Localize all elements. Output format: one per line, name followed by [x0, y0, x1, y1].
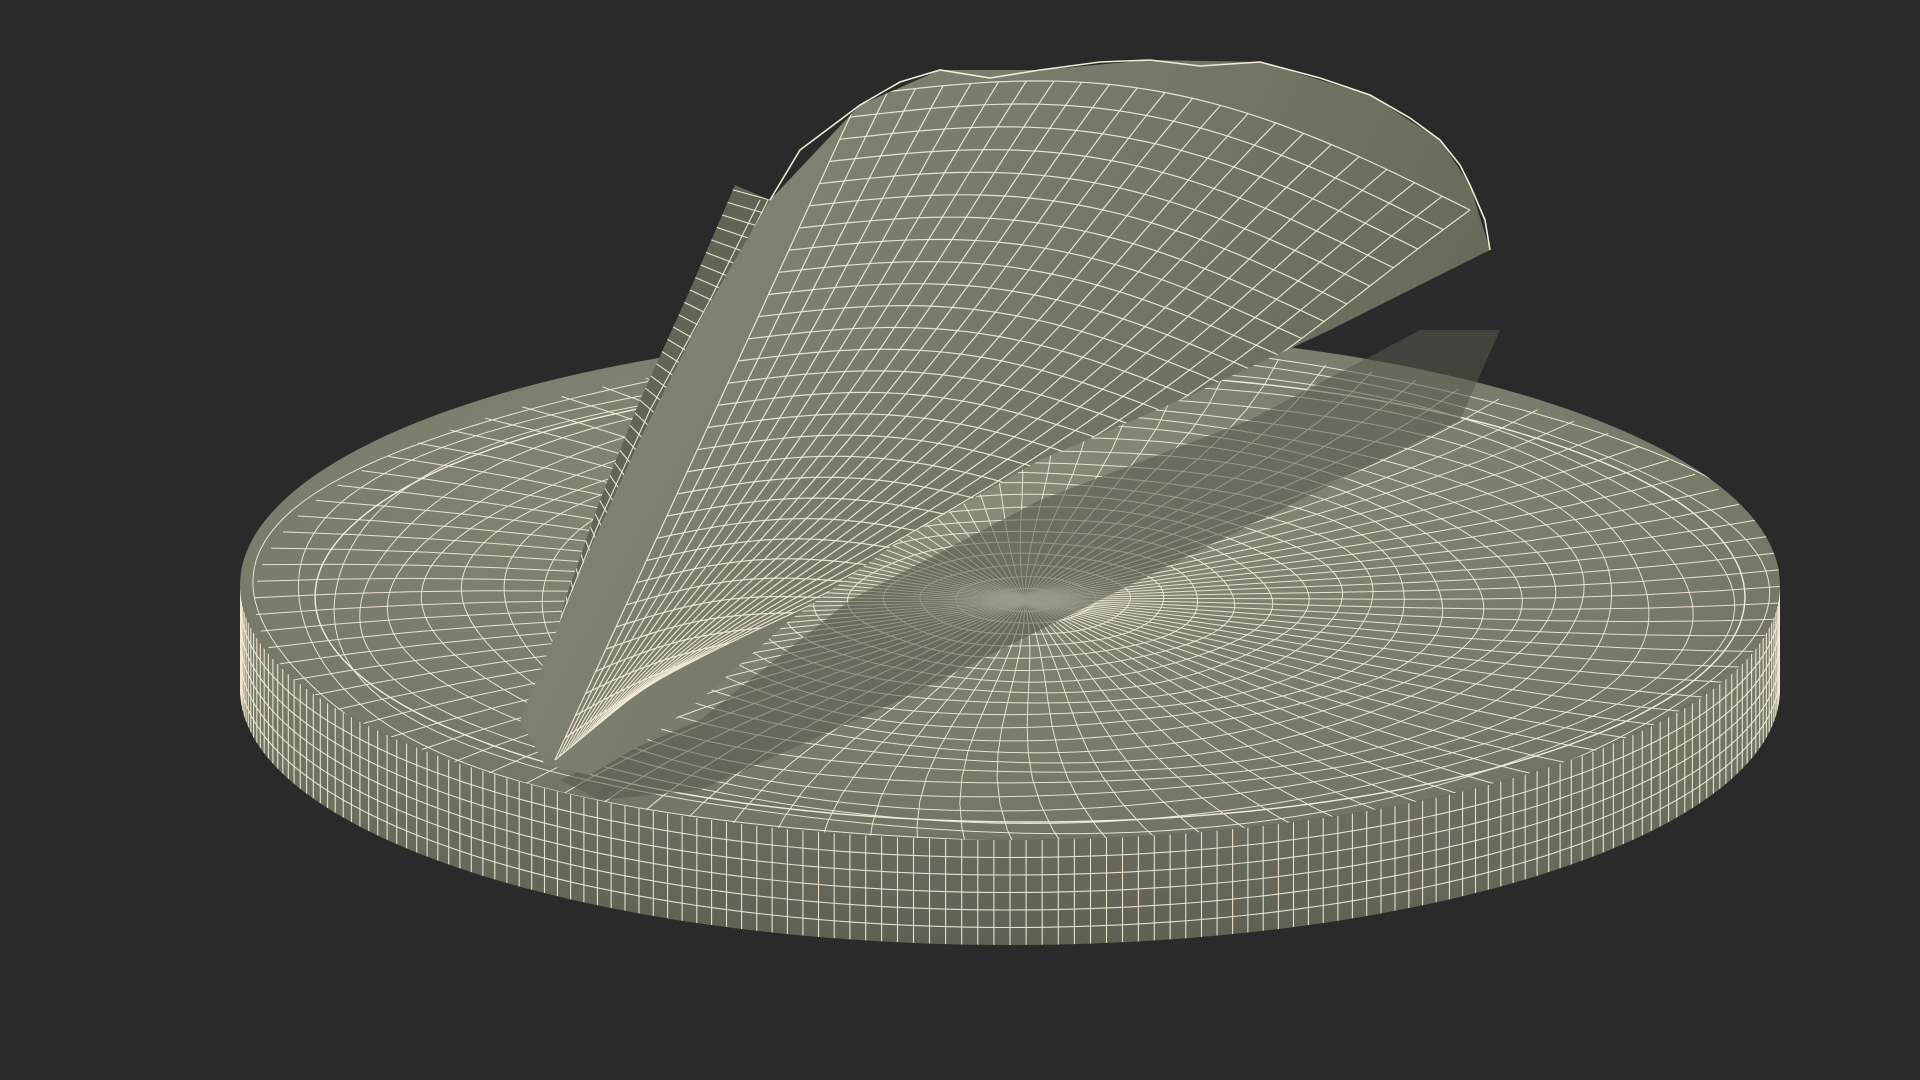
wireframe-render — [0, 0, 1920, 1080]
render-viewport — [0, 0, 1920, 1080]
